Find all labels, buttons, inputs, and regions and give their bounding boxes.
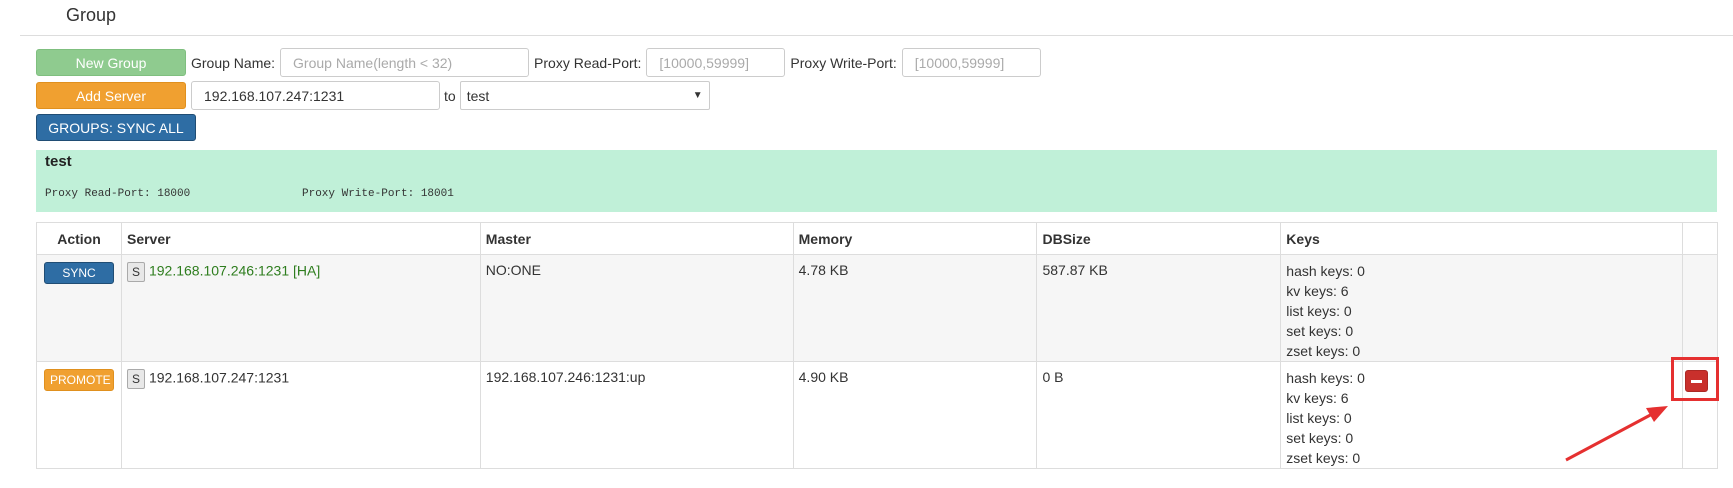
set-keys: set keys: 0 — [1286, 430, 1354, 446]
memory-cell: 4.78 KB — [792, 254, 1038, 362]
sync-all-row: GROUPS: SYNC ALL — [36, 114, 196, 141]
master-cell: NO:ONE — [479, 254, 794, 362]
server-address-input[interactable] — [191, 81, 440, 110]
add-server-form: Add Server to test ▼ — [36, 81, 710, 110]
hash-keys: hash keys: 0 — [1286, 370, 1365, 386]
table-header-row: Action Server Master Memory DBSize Keys — [36, 222, 1719, 255]
sync-server-button[interactable]: SYNC — [43, 262, 114, 284]
column-header-server: Server — [120, 222, 481, 255]
list-keys: list keys: 0 — [1286, 410, 1352, 426]
annotation-highlight-box — [1671, 357, 1719, 401]
hash-keys: hash keys: 0 — [1286, 263, 1365, 279]
zset-keys: zset keys: 0 — [1286, 450, 1361, 466]
keys-cell: hash keys: 0 kv keys: 6 list keys: 0 set… — [1280, 361, 1683, 469]
group-name: test — [45, 153, 72, 170]
dbsize-cell: 0 B — [1036, 361, 1282, 469]
action-cell: SYNC — [36, 254, 122, 362]
table-row: SYNC S 192.168.107.246:1231 [HA] NO:ONE 4… — [36, 254, 1719, 362]
group-name-label: Group Name: — [191, 54, 276, 71]
proxy-write-port-label: Proxy Write-Port: — [790, 54, 897, 71]
title-divider — [20, 35, 1733, 36]
promote-server-button[interactable]: PROMOTE — [43, 369, 114, 391]
keys-cell: hash keys: 0 kv keys: 6 list keys: 0 set… — [1280, 254, 1683, 362]
proxy-read-port-input[interactable] — [646, 48, 786, 77]
proxy-write-port-input[interactable] — [901, 48, 1041, 77]
action-cell: PROMOTE — [36, 361, 122, 469]
servers-table: Action Server Master Memory DBSize Keys … — [36, 222, 1719, 469]
server-cell: S 192.168.107.246:1231 [HA] — [120, 254, 481, 362]
new-group-form: New Group Group Name: Proxy Read-Port: P… — [36, 48, 1041, 77]
add-server-button[interactable]: Add Server — [36, 82, 186, 109]
server-status-badge[interactable]: S — [126, 262, 145, 282]
group-name-input[interactable] — [280, 48, 530, 77]
master-cell: 192.168.107.246:1231:up — [479, 361, 794, 469]
list-keys: list keys: 0 — [1286, 303, 1352, 319]
kv-keys: kv keys: 6 — [1286, 283, 1349, 299]
remove-cell — [1681, 254, 1719, 362]
caret-down-icon: ▼ — [692, 90, 703, 101]
proxy-write-port-info: Proxy Write-Port: 18001 — [302, 188, 454, 200]
kv-keys: kv keys: 6 — [1286, 390, 1349, 406]
server-status-badge[interactable]: S — [126, 369, 145, 389]
sync-all-button[interactable]: GROUPS: SYNC ALL — [36, 114, 196, 141]
column-header-keys: Keys — [1280, 222, 1683, 255]
dbsize-cell: 587.87 KB — [1036, 254, 1282, 362]
set-keys: set keys: 0 — [1286, 323, 1354, 339]
column-header-memory: Memory — [792, 222, 1038, 255]
proxy-read-port-label: Proxy Read-Port: — [534, 54, 642, 71]
column-header-action: Action — [36, 222, 122, 255]
column-header-master: Master — [479, 222, 794, 255]
memory-cell: 4.90 KB — [792, 361, 1038, 469]
target-group-value: test — [466, 87, 490, 104]
server-cell: S 192.168.107.247:1231 — [120, 361, 481, 469]
to-label: to — [444, 87, 456, 104]
column-header-dbsize: DBSize — [1036, 222, 1282, 255]
zset-keys: zset keys: 0 — [1286, 343, 1361, 359]
column-header-remove — [1681, 222, 1719, 255]
table-row: PROMOTE S 192.168.107.247:1231 192.168.10… — [36, 361, 1719, 469]
new-group-button[interactable]: New Group — [36, 49, 186, 76]
proxy-read-port-info: Proxy Read-Port: 18000 — [45, 188, 191, 200]
server-address: 192.168.107.246:1231 [HA] — [148, 262, 321, 279]
server-address: 192.168.107.247:1231 — [148, 369, 290, 386]
target-group-select[interactable]: test ▼ — [459, 81, 710, 110]
page-title: Group — [66, 5, 117, 25]
group-panel: test Proxy Read-Port: 18000 Proxy Write-… — [36, 150, 1717, 212]
